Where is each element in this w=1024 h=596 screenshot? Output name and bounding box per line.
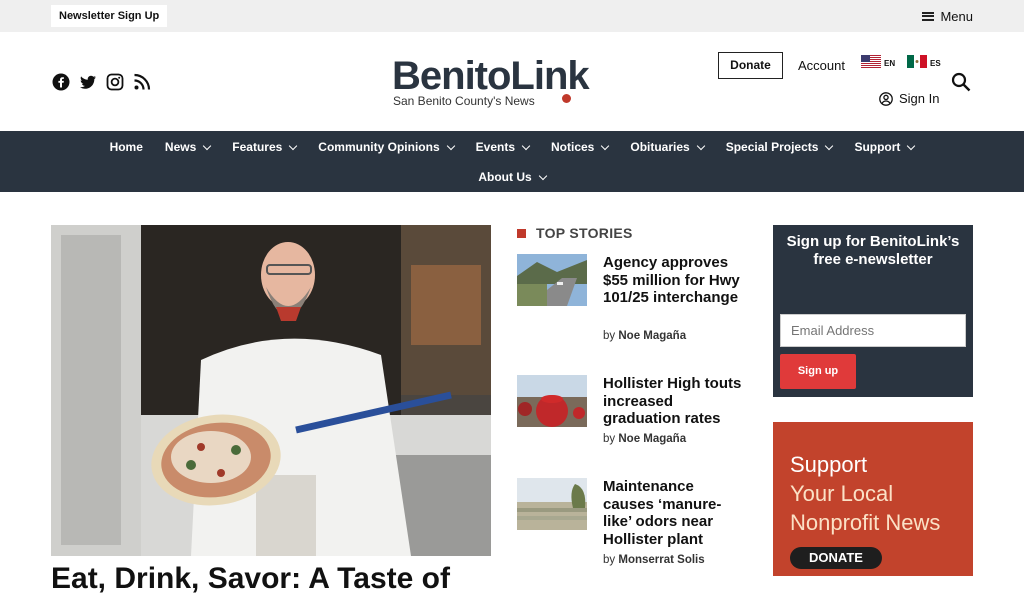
field-image	[517, 478, 587, 530]
main-navigation: Home News Features Community Opinions Ev…	[0, 131, 1024, 192]
nav-row-2: About Us	[0, 169, 1024, 185]
nav-item-news[interactable]: News	[154, 139, 221, 155]
nav-item-home[interactable]: Home	[99, 139, 154, 155]
byline-prefix: by	[603, 330, 616, 342]
us-flag-icon	[861, 55, 881, 68]
chevron-down-icon	[825, 141, 834, 150]
nav-item-community-opinions[interactable]: Community Opinions	[307, 139, 464, 155]
story-byline: by Monserrat Solis	[603, 554, 705, 566]
story-title[interactable]: Agency approves $55 million for Hwy 101/…	[603, 254, 743, 307]
site-logo[interactable]: BenitoLink San Benito County's News	[392, 54, 632, 110]
nav-item-about-us[interactable]: About Us	[467, 169, 556, 185]
nav-label: Home	[109, 140, 143, 154]
instagram-icon[interactable]	[106, 73, 124, 91]
newsletter-signup-button[interactable]: Newsletter Sign Up	[51, 5, 168, 27]
nav-item-special-projects[interactable]: Special Projects	[715, 139, 844, 155]
chevron-down-icon	[521, 141, 531, 150]
language-en-code: EN	[884, 59, 896, 68]
story-thumbnail[interactable]	[517, 254, 587, 306]
nav-label: Events	[475, 140, 515, 154]
top-stories-label: TOP STORIES	[536, 225, 633, 241]
twitter-icon[interactable]	[79, 73, 97, 91]
chevron-down-icon	[907, 141, 916, 150]
hamburger-icon	[922, 11, 935, 21]
featured-photo[interactable]	[51, 225, 491, 556]
byline-prefix: by	[603, 433, 616, 445]
language-es[interactable]: ES	[907, 55, 941, 68]
author-link[interactable]: Noe Magaña	[618, 330, 686, 342]
ad-line-3: Nonprofit News	[790, 510, 941, 535]
chevron-down-icon	[446, 141, 455, 150]
nav-item-events[interactable]: Events	[465, 139, 540, 155]
byline-prefix: by	[603, 554, 616, 566]
logo-tagline: San Benito County's News	[393, 94, 535, 108]
search-icon[interactable]	[951, 72, 971, 92]
nav-row-1: Home News Features Community Opinions Ev…	[0, 139, 1024, 155]
email-field[interactable]	[780, 314, 966, 347]
sign-up-button[interactable]: Sign up	[780, 354, 856, 389]
ad-line-1: Support	[790, 452, 868, 477]
nav-label: Special Projects	[725, 140, 819, 154]
account-link[interactable]: Account	[798, 58, 845, 73]
graduation-image	[517, 375, 587, 427]
menu-label: Menu	[940, 8, 973, 24]
logo-dot	[562, 94, 571, 103]
facebook-icon[interactable]	[52, 73, 70, 91]
nav-label: About Us	[478, 170, 532, 184]
author-link[interactable]: Monserrat Solis	[618, 554, 704, 566]
newsletter-signup-box: Sign up for BenitoLink’s free e-newslett…	[773, 225, 973, 397]
top-stories-header: TOP STORIES	[517, 225, 633, 241]
author-link[interactable]: Noe Magaña	[618, 433, 686, 445]
chevron-down-icon	[538, 171, 547, 180]
ad-donate-button[interactable]: DONATE	[790, 547, 882, 569]
chevron-down-icon	[601, 141, 610, 150]
newsletter-heading: Sign up for BenitoLink’s free e-newslett…	[786, 233, 960, 268]
story-title[interactable]: Hollister High touts increased graduatio…	[603, 375, 743, 428]
nav-label: Features	[232, 140, 283, 154]
story-thumbnail[interactable]	[517, 375, 587, 427]
story-title[interactable]: Maintenance causes ‘manure-like’ odors n…	[603, 478, 743, 548]
support-ad[interactable]: Support Your Local Nonprofit News DONATE	[773, 422, 973, 576]
sign-in-label: Sign In	[899, 91, 940, 106]
nav-item-obituaries[interactable]: Obituaries	[619, 139, 714, 155]
chevron-down-icon	[289, 141, 298, 150]
story-byline: by Noe Magaña	[603, 330, 686, 342]
language-en[interactable]: EN	[861, 55, 895, 68]
donate-button[interactable]: Donate	[718, 52, 783, 79]
chevron-down-icon	[203, 141, 212, 150]
story-byline: by Noe Magaña	[603, 433, 686, 445]
menu-button[interactable]: Menu	[922, 6, 973, 26]
sign-in-link[interactable]: Sign In	[879, 91, 939, 106]
nav-label: Notices	[551, 140, 595, 154]
chevron-down-icon	[696, 141, 705, 150]
section-marker	[517, 228, 526, 238]
nav-label: Obituaries	[630, 140, 690, 154]
language-es-code: ES	[930, 59, 941, 68]
logo-title: BenitoLink	[392, 54, 590, 98]
nav-item-support[interactable]: Support	[843, 139, 925, 155]
chef-with-pizza-image	[51, 225, 491, 556]
featured-headline[interactable]: Eat, Drink, Savor: A Taste of	[51, 562, 450, 596]
highway-image	[517, 254, 587, 306]
social-links	[52, 73, 151, 91]
nav-label: Support	[854, 140, 901, 154]
ad-line-2: Your Local	[790, 481, 894, 506]
rss-icon[interactable]	[133, 73, 151, 91]
mx-flag-icon	[907, 55, 927, 68]
nav-item-features[interactable]: Features	[221, 139, 307, 155]
nav-label: News	[164, 140, 197, 154]
user-icon	[879, 91, 893, 106]
nav-label: Community Opinions	[318, 140, 440, 154]
top-utility-bar: Newsletter Sign Up Menu	[0, 0, 1024, 32]
nav-item-notices[interactable]: Notices	[540, 139, 619, 155]
story-thumbnail[interactable]	[517, 478, 587, 530]
